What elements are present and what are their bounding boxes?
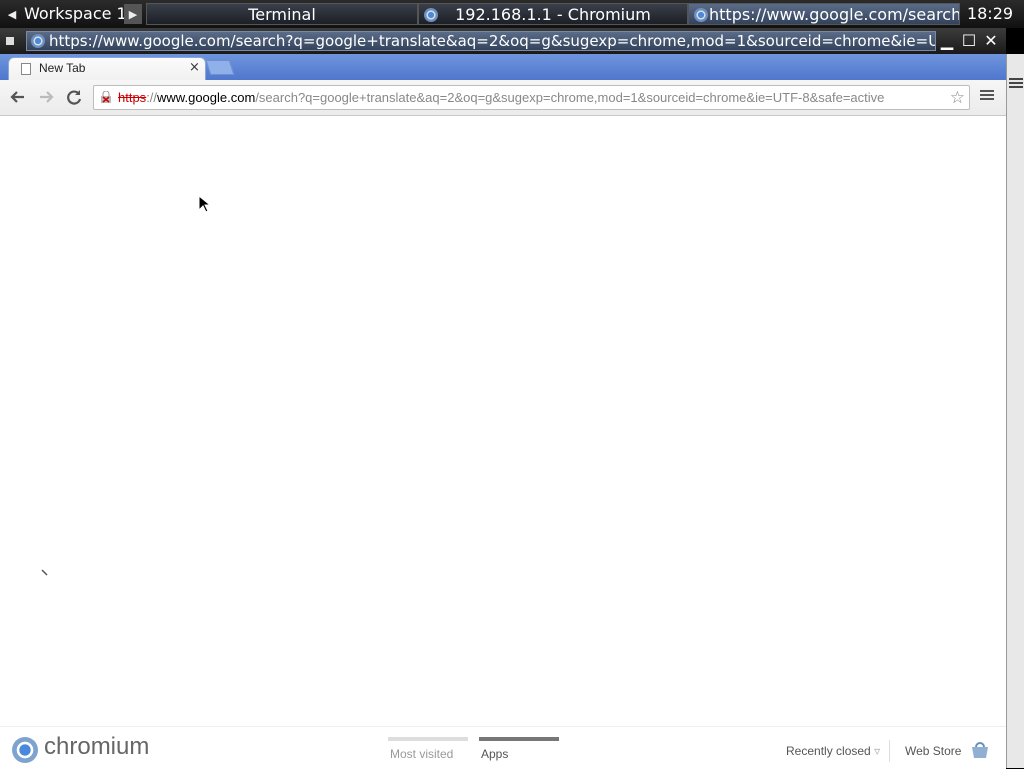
toolbar: https://www.google.com/search?q=google+t… [0, 80, 1006, 116]
page-icon [21, 63, 31, 75]
url-scheme: https [118, 90, 147, 105]
address-bar[interactable]: https://www.google.com/search?q=google+t… [93, 85, 970, 110]
background-window-edge [1006, 54, 1024, 768]
menu-icon [1009, 76, 1023, 90]
url-separator: :// [146, 90, 158, 105]
window-title-text: https://www.google.com/search?q=google+t… [49, 32, 936, 50]
task-chromium-router[interactable]: 192.168.1.1 - Chromium [418, 3, 688, 25]
tab-label: New Tab [39, 61, 86, 75]
chromium-icon [694, 8, 708, 22]
chromium-icon [31, 34, 45, 48]
reload-icon[interactable] [64, 87, 84, 107]
task-terminal[interactable]: Terminal [146, 3, 418, 25]
tab-strip: New Tab × [0, 54, 1006, 80]
web-store-link[interactable]: Web Store [905, 744, 961, 758]
close-icon[interactable]: ✕ [982, 32, 1000, 50]
recently-closed-label: Recently closed [786, 744, 871, 758]
workspace-label[interactable]: Workspace 1 [24, 3, 127, 25]
new-tab-button[interactable] [205, 60, 235, 75]
tab-new-tab[interactable]: New Tab × [8, 57, 206, 80]
recently-closed-menu[interactable]: Recently closed ▿ [786, 744, 880, 758]
web-store-icon[interactable] [970, 741, 990, 759]
maximize-icon[interactable]: ☐ [960, 32, 978, 50]
window-menu-icon[interactable] [6, 37, 14, 45]
loading-spinner-icon [41, 569, 48, 576]
url-text: https://www.google.com/search?q=google+t… [118, 86, 884, 109]
page-switcher-label: Apps [481, 747, 509, 761]
chevron-down-icon: ▿ [874, 744, 881, 758]
chromium-icon [424, 8, 438, 22]
chrome-menu-icon[interactable] [980, 88, 994, 104]
window-titlebar: https://www.google.com/search?q=google+t… [0, 28, 1006, 54]
minimize-icon[interactable]: ▁ [938, 32, 956, 50]
ntp-footer: chromium Most visited Apps Recently clos… [0, 726, 1006, 769]
next-workspace-icon[interactable]: ▶ [124, 4, 142, 24]
bookmark-star-icon[interactable]: ☆ [950, 86, 965, 109]
chromium-logo-icon [12, 737, 38, 763]
clock: 18:29 [966, 4, 1014, 23]
page-content [0, 116, 1006, 725]
url-domain: www.google.com [157, 90, 256, 105]
task-chromium-google[interactable]: https://www.google.com/search?q [688, 3, 960, 25]
task-label: Terminal [248, 5, 316, 24]
window-title[interactable]: https://www.google.com/search?q=google+t… [26, 31, 936, 51]
tab-close-icon[interactable]: × [189, 60, 200, 75]
mouse-cursor-icon [198, 195, 210, 213]
task-label: 192.168.1.1 - Chromium [455, 5, 651, 24]
browser-window: New Tab × https://www.google.com/search?… [0, 54, 1006, 769]
taskbar: ◀ Workspace 1 ▶ Terminal 192.168.1.1 - C… [0, 0, 1024, 28]
url-path: /search?q=google+translate&aq=2&oq=g&sug… [255, 90, 885, 105]
back-icon[interactable] [8, 87, 28, 107]
brand-name: chromium [44, 733, 150, 760]
task-label: https://www.google.com/search?q [709, 5, 960, 24]
prev-workspace-icon[interactable]: ◀ [4, 4, 20, 24]
divider [889, 740, 890, 762]
broken-lock-icon[interactable] [100, 91, 112, 103]
forward-icon[interactable] [36, 87, 56, 107]
page-switcher-label: Most visited [390, 747, 454, 761]
